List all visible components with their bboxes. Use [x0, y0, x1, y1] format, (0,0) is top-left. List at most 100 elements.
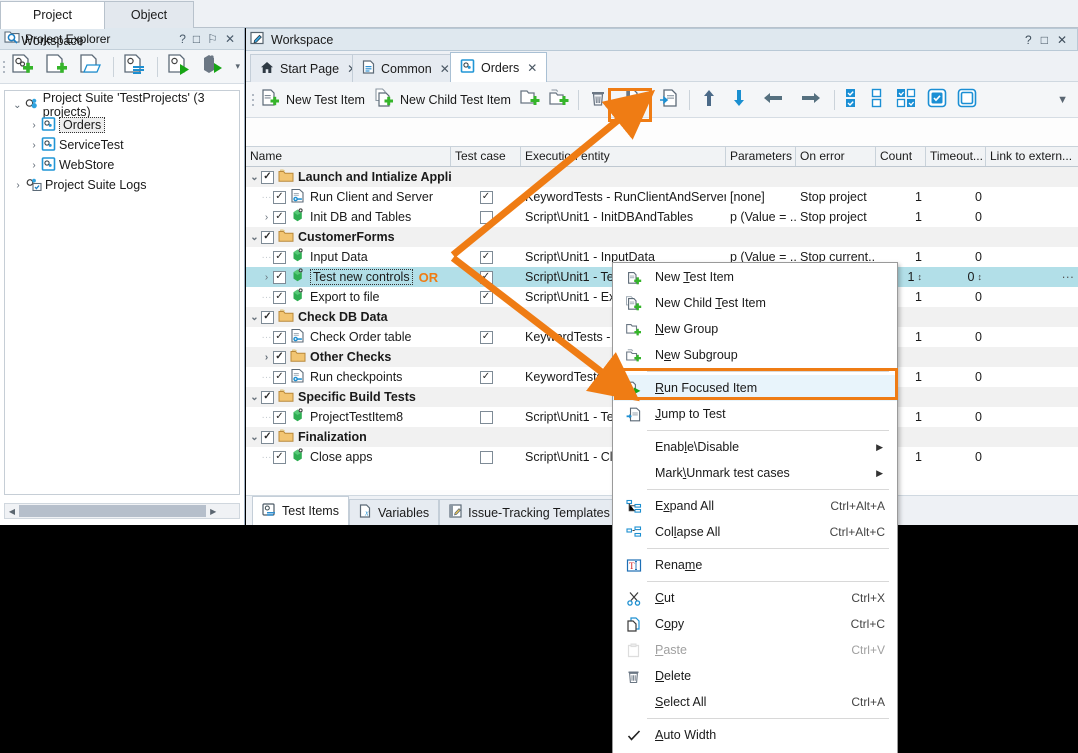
test-case-checkbox[interactable] [479, 410, 493, 424]
maximize-icon[interactable]: □ [1041, 33, 1048, 47]
menu-item-copy[interactable]: Copy Ctrl+C [613, 611, 897, 637]
row-checkbox[interactable]: ✓ [273, 290, 286, 304]
column-header-timeout[interactable]: Timeout... [926, 147, 986, 166]
new-project-suite-icon[interactable] [7, 53, 39, 80]
tree-node-servicetest[interactable]: › ServiceTest [7, 135, 237, 155]
cell-timeout[interactable]: 0 [926, 250, 986, 264]
new-subgroup-icon[interactable] [545, 88, 574, 111]
column-header-test-case[interactable]: Test case [451, 147, 521, 166]
cell-timeout[interactable]: 0 [926, 290, 986, 304]
cell-timeout[interactable]: 0 [926, 210, 986, 224]
row-checkbox[interactable]: ✓ [273, 330, 286, 344]
twisty-icon[interactable]: ⌄ [11, 100, 24, 111]
cell-test-case[interactable]: ✓ [451, 370, 521, 384]
close-icon[interactable]: ✕ [527, 61, 537, 75]
chevron-down-icon[interactable]: ▼ [1057, 94, 1068, 106]
cell-parameters[interactable]: [none] [726, 190, 796, 204]
project-list-icon[interactable] [119, 53, 151, 80]
grid-item-row[interactable]: ··· ✓ Run Client and Server ✓ KeywordTests -… [246, 187, 1078, 207]
row-checkbox[interactable]: ✓ [273, 270, 286, 284]
mark-test-case-icon[interactable] [922, 88, 952, 111]
menu-item-auto-width[interactable]: Auto Width [613, 722, 897, 748]
move-right-icon[interactable] [792, 91, 830, 108]
uncheck-all-icon[interactable] [865, 88, 891, 111]
spinner-icon[interactable]: ↕ [918, 272, 923, 282]
bottom-tab-test-items[interactable]: Test Items [252, 496, 349, 525]
test-case-checkbox[interactable]: ✓ [479, 290, 493, 304]
grid-group-row[interactable]: ⌄✓ Launch and Intialize Applications [246, 167, 1078, 187]
unmark-test-case-icon[interactable] [952, 88, 982, 111]
project-explorer-tree[interactable]: ⌄ Project Suite 'TestProjects' (3 projec… [4, 90, 240, 495]
app-tab-project-workspace[interactable]: Project Workspace [0, 1, 105, 48]
cell-count[interactable]: 1 [876, 190, 926, 204]
twisty-icon[interactable]: › [27, 120, 41, 131]
cell-name[interactable]: ⌄ ✓ Specific Build Tests [246, 388, 451, 406]
menu-item-new-child-test-item[interactable]: New Child Test Item [613, 290, 897, 316]
cell-test-case[interactable]: ✓ [451, 270, 521, 284]
open-project-icon[interactable] [75, 53, 107, 80]
row-checkbox[interactable]: ✓ [273, 190, 286, 204]
jump-to-test-icon[interactable] [653, 88, 685, 111]
cell-test-case[interactable] [451, 410, 521, 424]
test-case-checkbox[interactable]: ✓ [479, 270, 493, 284]
bottom-tab-issue-tracking-templates[interactable]: Issue-Tracking Templates [439, 499, 620, 525]
row-checkbox[interactable]: ✓ [261, 230, 274, 244]
help-icon[interactable]: ? [179, 33, 186, 45]
help-icon[interactable]: ? [1025, 33, 1032, 47]
tab-common[interactable]: Common ✕ [352, 54, 460, 82]
test-case-checkbox[interactable]: ✓ [479, 190, 493, 204]
cell-timeout[interactable]: 0 [926, 330, 986, 344]
move-down-icon[interactable] [724, 88, 754, 111]
new-test-item-button[interactable]: New Test Item [256, 85, 370, 115]
menu-item-cut[interactable]: Cut Ctrl+X [613, 585, 897, 611]
close-icon[interactable]: ✕ [225, 33, 235, 45]
cell-execution-entity[interactable]: KeywordTests - RunClientAndServer [521, 190, 726, 204]
toolbar-grip[interactable] [249, 90, 256, 110]
menu-item-mark-unmark-test-cases[interactable]: Mark\Unmark test cases ▶ [613, 460, 897, 486]
check-all-icon[interactable] [839, 88, 865, 111]
twisty-icon[interactable]: ⌄ [248, 392, 261, 403]
menu-item-new-subgroup[interactable]: New Subgroup [613, 342, 897, 368]
move-left-icon[interactable] [754, 91, 792, 108]
tree-node-project-suite[interactable]: ⌄ Project Suite 'TestProjects' (3 projec… [7, 91, 237, 119]
column-header-link-to-external[interactable]: Link to extern... [986, 147, 1078, 166]
twisty-icon[interactable]: ⌄ [248, 172, 261, 183]
cell-name[interactable]: › ✓ Init DB and Tables [246, 208, 451, 226]
test-case-checkbox[interactable]: ✓ [479, 370, 493, 384]
tab-start-page[interactable]: Start Page ✕ [250, 54, 368, 82]
menu-item-new-test-item[interactable]: New Test Item [613, 264, 897, 290]
cell-name[interactable]: ··· ✓ Check Order table [246, 328, 451, 346]
cell-timeout[interactable]: 0 [926, 450, 986, 464]
cell-name[interactable]: › ✓ Test new controls OR [246, 268, 451, 286]
cell-name[interactable]: ··· ✓ Export to file [246, 288, 451, 306]
menu-item-collapse-all[interactable]: Collapse All Ctrl+Alt+C [613, 519, 897, 545]
cell-execution-entity[interactable]: Script\Unit1 - InitDBAndTables [521, 210, 726, 224]
new-child-test-item-button[interactable]: New Child Test Item [370, 85, 516, 115]
cell-test-case[interactable] [451, 210, 521, 224]
twisty-icon[interactable]: › [260, 352, 273, 363]
tab-orders[interactable]: Orders ✕ [450, 52, 548, 82]
move-up-icon[interactable] [694, 88, 724, 111]
cell-name[interactable]: ⌄ ✓ CustomerForms [246, 228, 451, 246]
menu-item-enable-disable[interactable]: Enable\Disable ▶ [613, 434, 897, 460]
scroll-right-icon[interactable]: ▶ [206, 507, 220, 516]
row-checkbox[interactable]: ✓ [273, 250, 286, 264]
row-checkbox[interactable]: ✓ [273, 450, 286, 464]
cell-on-error[interactable]: Stop project [796, 190, 876, 204]
close-icon[interactable]: ✕ [440, 62, 450, 76]
twisty-icon[interactable]: › [260, 272, 273, 283]
new-project-icon[interactable] [41, 53, 73, 80]
cell-on-error[interactable]: Stop project [796, 210, 876, 224]
cell-name[interactable]: ⌄✓ Launch and Intialize Applications [246, 168, 451, 186]
run-test-icon[interactable] [197, 53, 229, 80]
column-header-execution-entity[interactable]: Execution entity [521, 147, 726, 166]
column-header-on-error[interactable]: On error [796, 147, 876, 166]
toolbar-grip[interactable] [3, 57, 5, 77]
cell-link-to-external[interactable]: ··· [986, 270, 1078, 284]
column-header-parameters[interactable]: Parameters [726, 147, 796, 166]
bottom-tab-variables[interactable]: x Variables [348, 499, 440, 525]
test-case-checkbox[interactable] [479, 450, 493, 464]
twisty-icon[interactable]: › [27, 160, 41, 171]
menu-item-new-group[interactable]: New Group [613, 316, 897, 342]
invert-check-icon[interactable] [891, 88, 922, 111]
